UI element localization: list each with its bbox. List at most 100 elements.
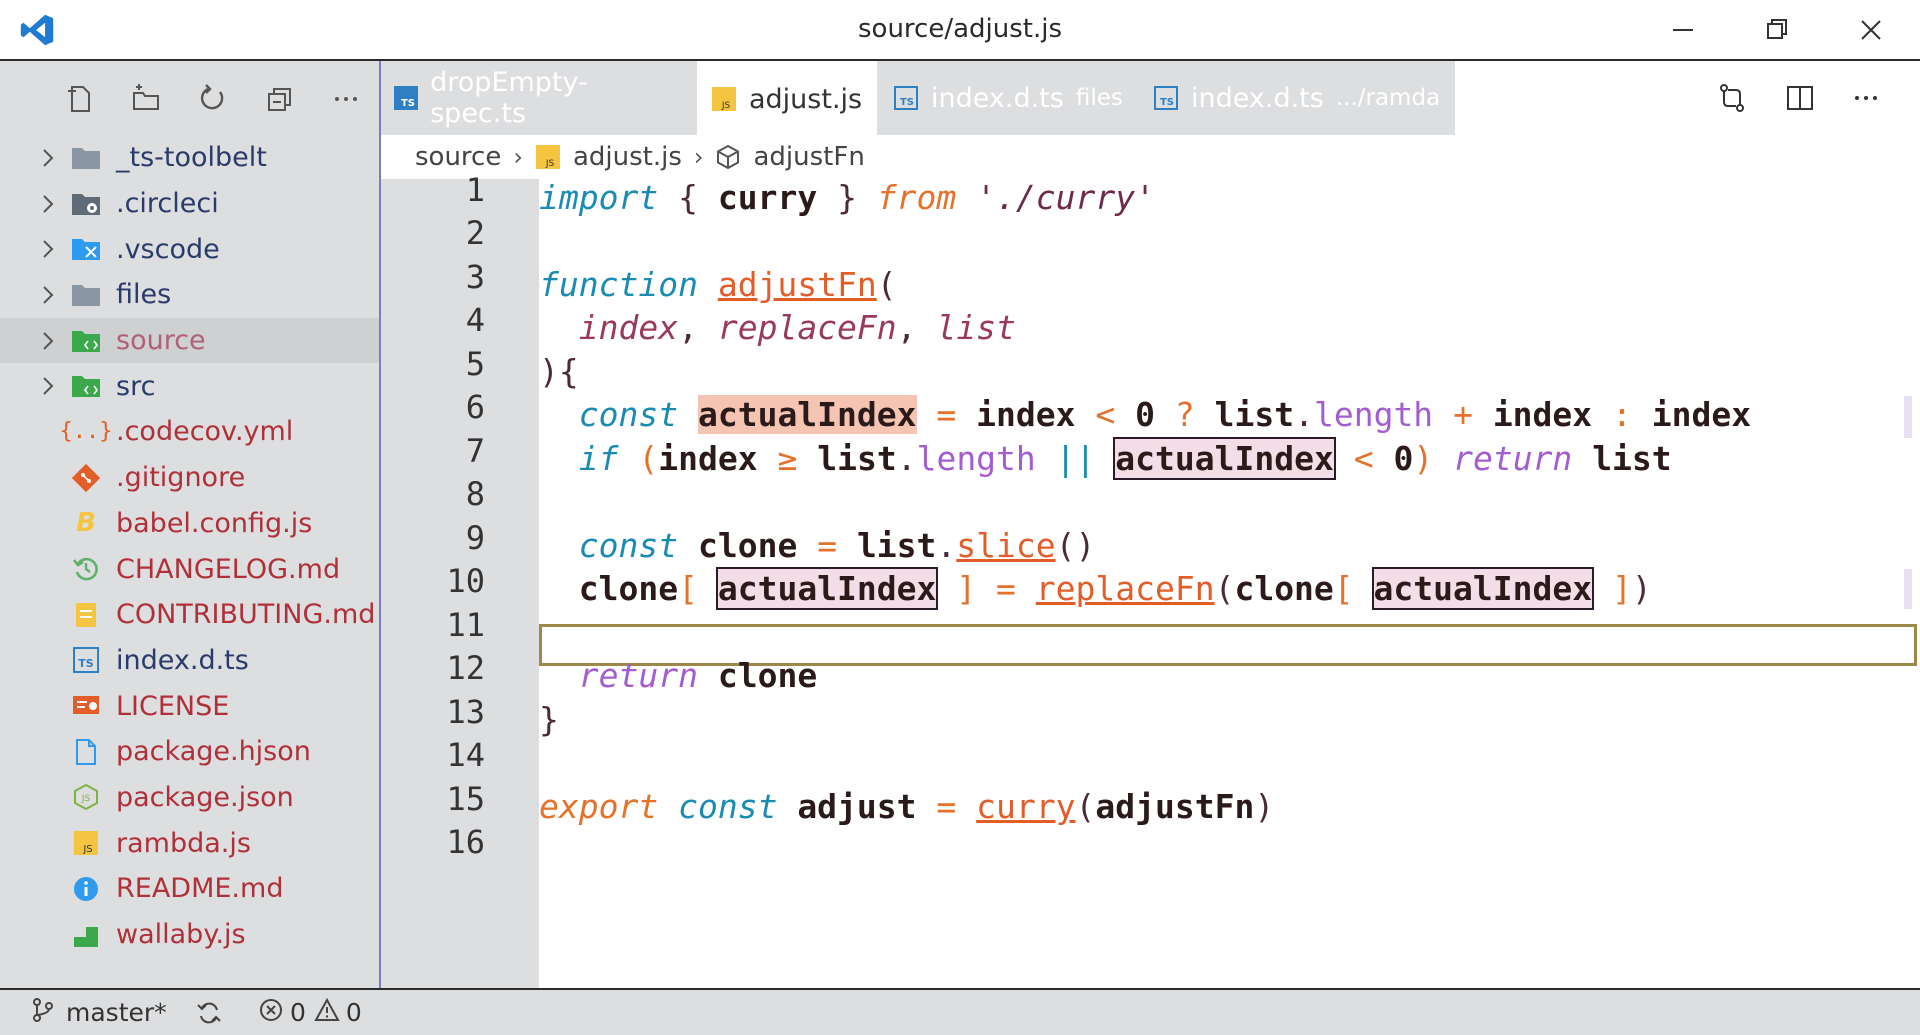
breadcrumb-symbol[interactable]: adjustFn xyxy=(753,142,864,172)
tree-item-changelog[interactable]: CHANGELOG.md xyxy=(0,546,379,592)
line-number: 14 xyxy=(446,736,485,774)
warning-icon xyxy=(314,997,340,1029)
typescript-icon: TS xyxy=(70,644,102,676)
tab-label: index.d.ts xyxy=(1191,82,1324,114)
editor-gutter: 1 2 3 4 5 6 7 8 9 10 11 12 13 14 15 16 xyxy=(381,171,539,988)
close-button[interactable] xyxy=(1846,10,1896,50)
tree-item-readme[interactable]: README.md xyxy=(0,866,379,912)
tree-item-gitignore[interactable]: .gitignore xyxy=(0,455,379,501)
explorer-sidebar: _ts-toolbelt .circleci .vscode files sou… xyxy=(0,61,381,988)
chevron-right-icon: › xyxy=(513,143,523,171)
more-actions-icon[interactable] xyxy=(1847,79,1885,117)
new-folder-icon[interactable] xyxy=(128,81,164,117)
git-branch-icon xyxy=(30,997,56,1029)
nodejs-icon: JS xyxy=(70,781,102,813)
tab-index-d-ts-files[interactable]: TS index.d.ts files xyxy=(893,61,1133,135)
editor-tab-bar: TS dropEmpty-spec.ts JS adjust.js TS ind… xyxy=(381,61,1920,135)
tree-item-babel-config[interactable]: B babel.config.js xyxy=(0,501,379,547)
tab-description: .../ramda xyxy=(1335,85,1441,111)
file-icon xyxy=(70,736,102,768)
breadcrumb-folder[interactable]: source xyxy=(415,142,501,172)
source-folder-icon xyxy=(70,325,102,357)
restore-button[interactable] xyxy=(1752,10,1802,50)
line-number: 4 xyxy=(465,301,485,339)
symbol-method-icon xyxy=(715,144,741,170)
breadcrumb-file[interactable]: adjust.js xyxy=(573,142,682,172)
babel-icon: B xyxy=(76,508,96,539)
line-number: 9 xyxy=(465,519,485,557)
tab-adjust-js[interactable]: JS adjust.js xyxy=(697,61,877,135)
folder-icon xyxy=(70,279,102,311)
chevron-right-icon xyxy=(38,272,58,317)
line-number: 5 xyxy=(465,345,485,383)
tree-item-wallaby[interactable]: wallaby.js xyxy=(0,912,379,958)
tab-index-d-ts-ramda[interactable]: TS index.d.ts .../ramda xyxy=(1153,61,1453,135)
typescript-icon: TS xyxy=(893,85,919,111)
refresh-icon[interactable] xyxy=(194,81,230,117)
tab-dropempty-spec[interactable]: TS dropEmpty-spec.ts xyxy=(393,61,675,135)
code-line-9: const clone = list.slice() xyxy=(578,526,1096,565)
typescript-icon: TS xyxy=(1153,85,1179,111)
chevron-right-icon xyxy=(38,135,58,180)
tree-item-contributing[interactable]: CONTRIBUTING.md xyxy=(0,592,379,638)
tree-item-circleci[interactable]: .circleci xyxy=(0,181,379,227)
file-tree: _ts-toolbelt .circleci .vscode files sou… xyxy=(0,135,379,957)
tree-item-package-json[interactable]: JS package.json xyxy=(0,775,379,821)
tree-item-license[interactable]: LICENSE xyxy=(0,683,379,729)
new-file-icon[interactable] xyxy=(62,81,98,117)
line-number: 2 xyxy=(465,214,485,252)
minimize-button[interactable] xyxy=(1658,10,1708,50)
code-line-12: return clone xyxy=(578,656,818,695)
tree-item-files[interactable]: files xyxy=(0,272,379,318)
overview-ruler-mark xyxy=(1904,569,1912,609)
breadcrumb: source › JS adjust.js › adjustFn xyxy=(381,135,1920,179)
circleci-folder-icon xyxy=(70,188,102,220)
svg-text:JS: JS xyxy=(721,101,731,111)
folder-icon xyxy=(70,142,102,174)
branch-name: master* xyxy=(66,998,167,1027)
chevron-right-icon xyxy=(38,181,58,226)
git-icon xyxy=(70,462,102,494)
vscode-folder-icon xyxy=(70,233,102,265)
tree-item-vscode[interactable]: .vscode xyxy=(0,226,379,272)
code-line-4: index, replaceFn, list xyxy=(578,308,1016,347)
collapse-all-icon[interactable] xyxy=(262,81,298,117)
more-actions-icon[interactable] xyxy=(328,81,364,117)
overview-ruler-mark xyxy=(1904,396,1912,438)
code-editor[interactable]: import { curry } from './curry' function… xyxy=(539,178,1920,988)
line-number: 7 xyxy=(465,432,485,470)
sync-icon[interactable] xyxy=(196,1000,222,1026)
code-line-13: } xyxy=(539,700,559,739)
code-line-15: export const adjust = curry(adjustFn) xyxy=(539,787,1275,826)
tree-item-ts-toolbelt[interactable]: _ts-toolbelt xyxy=(0,135,379,181)
source-folder-icon xyxy=(70,370,102,402)
line-number: 11 xyxy=(446,606,485,644)
status-bar: master* 0 0 xyxy=(0,988,1920,1035)
svg-text:JS: JS xyxy=(81,794,91,804)
line-number: 8 xyxy=(465,475,485,513)
changelog-icon xyxy=(70,553,102,585)
svg-text:TS: TS xyxy=(900,97,914,108)
chevron-right-icon xyxy=(38,227,58,272)
chevron-right-icon xyxy=(38,364,58,409)
error-count: 0 xyxy=(290,998,306,1027)
tab-label: adjust.js xyxy=(749,83,863,115)
title-bar: source/adjust.js xyxy=(0,0,1920,61)
git-branch-status[interactable]: master* xyxy=(30,997,167,1029)
tree-item-rambda-js[interactable]: JS rambda.js xyxy=(0,820,379,866)
tree-item-codecov[interactable]: {..} .codecov.yml xyxy=(0,409,379,455)
tree-item-package-hjson[interactable]: package.hjson xyxy=(0,729,379,775)
error-icon xyxy=(258,997,284,1029)
open-changes-icon[interactable] xyxy=(1713,79,1751,117)
contributing-icon xyxy=(70,599,102,631)
line-number: 3 xyxy=(465,258,485,296)
tree-item-src[interactable]: src xyxy=(0,363,379,409)
tree-item-source[interactable]: source xyxy=(0,317,379,364)
line-number: 16 xyxy=(446,823,485,861)
line-number: 1 xyxy=(465,171,485,209)
javascript-icon: JS xyxy=(711,86,737,112)
split-editor-icon[interactable] xyxy=(1781,79,1819,117)
tree-item-index-d-ts[interactable]: TS index.d.ts xyxy=(0,638,379,684)
problems-status[interactable]: 0 0 xyxy=(258,997,362,1029)
tab-label: dropEmpty-spec.ts xyxy=(430,67,588,129)
